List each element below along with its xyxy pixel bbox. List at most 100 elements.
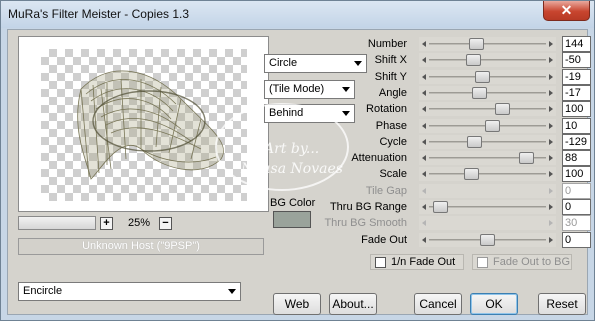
arrow-right-icon <box>549 187 553 194</box>
arrow-left-icon[interactable] <box>422 41 426 47</box>
zoom-out-button[interactable]: − <box>159 217 172 230</box>
control-value-input: 0 <box>562 182 591 199</box>
arrow-right-icon[interactable] <box>549 122 553 129</box>
arrow-left-icon[interactable] <box>422 236 426 243</box>
control-value-input[interactable]: -19 <box>562 68 591 85</box>
arrow-left-icon[interactable] <box>422 155 426 162</box>
control-row: Shift X -50 <box>308 52 591 69</box>
control-slider[interactable] <box>419 134 556 149</box>
arrow-right-icon[interactable] <box>549 57 553 64</box>
arrow-left-icon[interactable] <box>422 171 426 178</box>
control-value-input[interactable]: 10 <box>562 117 591 134</box>
control-row: Shift Y -19 <box>308 68 591 85</box>
ok-button[interactable]: OK <box>470 293 518 315</box>
control-value-input[interactable]: 100 <box>562 101 591 118</box>
control-value-input[interactable]: 100 <box>562 166 591 183</box>
control-row: Number 144 <box>308 36 591 52</box>
effect-select[interactable]: Encircle <box>18 282 241 301</box>
arrow-left-icon[interactable] <box>422 122 426 129</box>
arrow-right-icon[interactable] <box>549 138 553 145</box>
close-button[interactable]: ✕ <box>543 1 590 21</box>
cancel-button[interactable]: Cancel <box>414 293 462 315</box>
slider-rail <box>429 91 546 94</box>
arrow-left-icon[interactable] <box>422 138 426 145</box>
control-value-input[interactable]: 0 <box>562 199 591 215</box>
control-slider[interactable] <box>419 200 556 214</box>
title-bar[interactable]: MuRa's Filter Meister - Copies 1.3 ✕ <box>1 1 594 28</box>
control-slider[interactable] <box>419 118 556 133</box>
arrow-left-icon[interactable] <box>422 73 426 80</box>
slider-thumb[interactable] <box>468 38 484 50</box>
control-label: Tile Gap <box>365 184 407 197</box>
slider-rail <box>429 43 546 45</box>
slider-thumb[interactable] <box>471 86 487 99</box>
slider-thumb[interactable] <box>484 119 500 132</box>
zoom-slider[interactable] <box>18 216 96 230</box>
control-row: Scale 100 <box>308 166 591 183</box>
control-slider[interactable] <box>419 85 556 100</box>
slider-thumb[interactable] <box>480 233 495 246</box>
arrow-left-icon[interactable] <box>422 89 426 96</box>
preview-image <box>77 70 224 180</box>
arrow-right-icon[interactable] <box>549 204 553 210</box>
control-value-input[interactable]: 88 <box>562 150 591 167</box>
arrow-right-icon[interactable] <box>549 155 553 162</box>
reset-button[interactable]: Reset <box>538 293 586 315</box>
about-button[interactable]: About... <box>329 293 377 315</box>
slider-thumb[interactable] <box>433 201 448 213</box>
control-slider[interactable] <box>419 167 556 182</box>
slider-thumb[interactable] <box>475 70 491 83</box>
control-label: Shift X <box>374 54 407 67</box>
arrow-left-icon[interactable] <box>422 204 426 210</box>
control-value-input[interactable]: 144 <box>562 36 591 52</box>
host-info: Unknown Host ("9PSP") <box>18 238 264 255</box>
fade-out-to-bg-checkbox[interactable]: Fade Out to BG <box>472 254 572 270</box>
shape-select-value: Circle <box>269 57 298 69</box>
arrow-left-icon[interactable] <box>422 57 426 64</box>
slider-thumb[interactable] <box>465 54 481 67</box>
slider-rail <box>429 108 546 111</box>
control-row: Thru BG Smooth 30 <box>308 215 591 232</box>
checkbox-box[interactable] <box>477 257 488 268</box>
control-label: Phase <box>375 119 407 132</box>
control-value-input[interactable]: -50 <box>562 52 591 69</box>
control-row: Angle -17 <box>308 84 591 101</box>
control-slider[interactable] <box>419 69 556 84</box>
fade-out-to-bg-label: Fade Out to BG <box>493 256 571 268</box>
control-label: Angle <box>378 86 407 99</box>
control-slider <box>419 216 556 231</box>
control-value-input[interactable]: -129 <box>562 133 591 150</box>
arrow-right-icon[interactable] <box>549 41 553 47</box>
control-label: Number <box>367 38 407 50</box>
arrow-right-icon[interactable] <box>549 236 553 243</box>
control-slider[interactable] <box>419 151 556 166</box>
chevron-down-icon <box>228 289 236 294</box>
zoom-in-button[interactable]: + <box>100 217 113 230</box>
slider-rail <box>429 173 546 176</box>
checkbox-box[interactable] <box>375 257 386 268</box>
fade-out-1n-checkbox[interactable]: 1/n Fade Out <box>370 254 464 270</box>
control-slider[interactable] <box>419 102 556 117</box>
arrow-right-icon[interactable] <box>549 73 553 80</box>
arrow-right-icon[interactable] <box>549 171 553 178</box>
web-button[interactable]: Web <box>273 293 321 315</box>
arrow-right-icon[interactable] <box>549 106 553 113</box>
control-slider[interactable] <box>419 232 556 247</box>
control-value-input[interactable]: 0 <box>562 231 591 248</box>
preview-canvas <box>41 49 247 201</box>
slider-thumb[interactable] <box>495 103 511 116</box>
slider-rail <box>429 140 546 143</box>
control-row: Phase 10 <box>308 117 591 134</box>
arrow-left-icon[interactable] <box>422 106 426 113</box>
arrow-right-icon[interactable] <box>549 89 553 96</box>
control-slider[interactable] <box>419 37 556 51</box>
control-label: Shift Y <box>374 70 407 83</box>
slider-thumb[interactable] <box>464 168 480 181</box>
bg-color-swatch[interactable] <box>273 211 311 228</box>
control-label: Fade Out <box>361 233 407 246</box>
control-slider[interactable] <box>419 53 556 68</box>
slider-thumb[interactable] <box>518 152 534 165</box>
window-title: MuRa's Filter Meister - Copies 1.3 <box>8 7 190 21</box>
control-value-input[interactable]: -17 <box>562 84 591 101</box>
slider-thumb[interactable] <box>466 135 482 148</box>
